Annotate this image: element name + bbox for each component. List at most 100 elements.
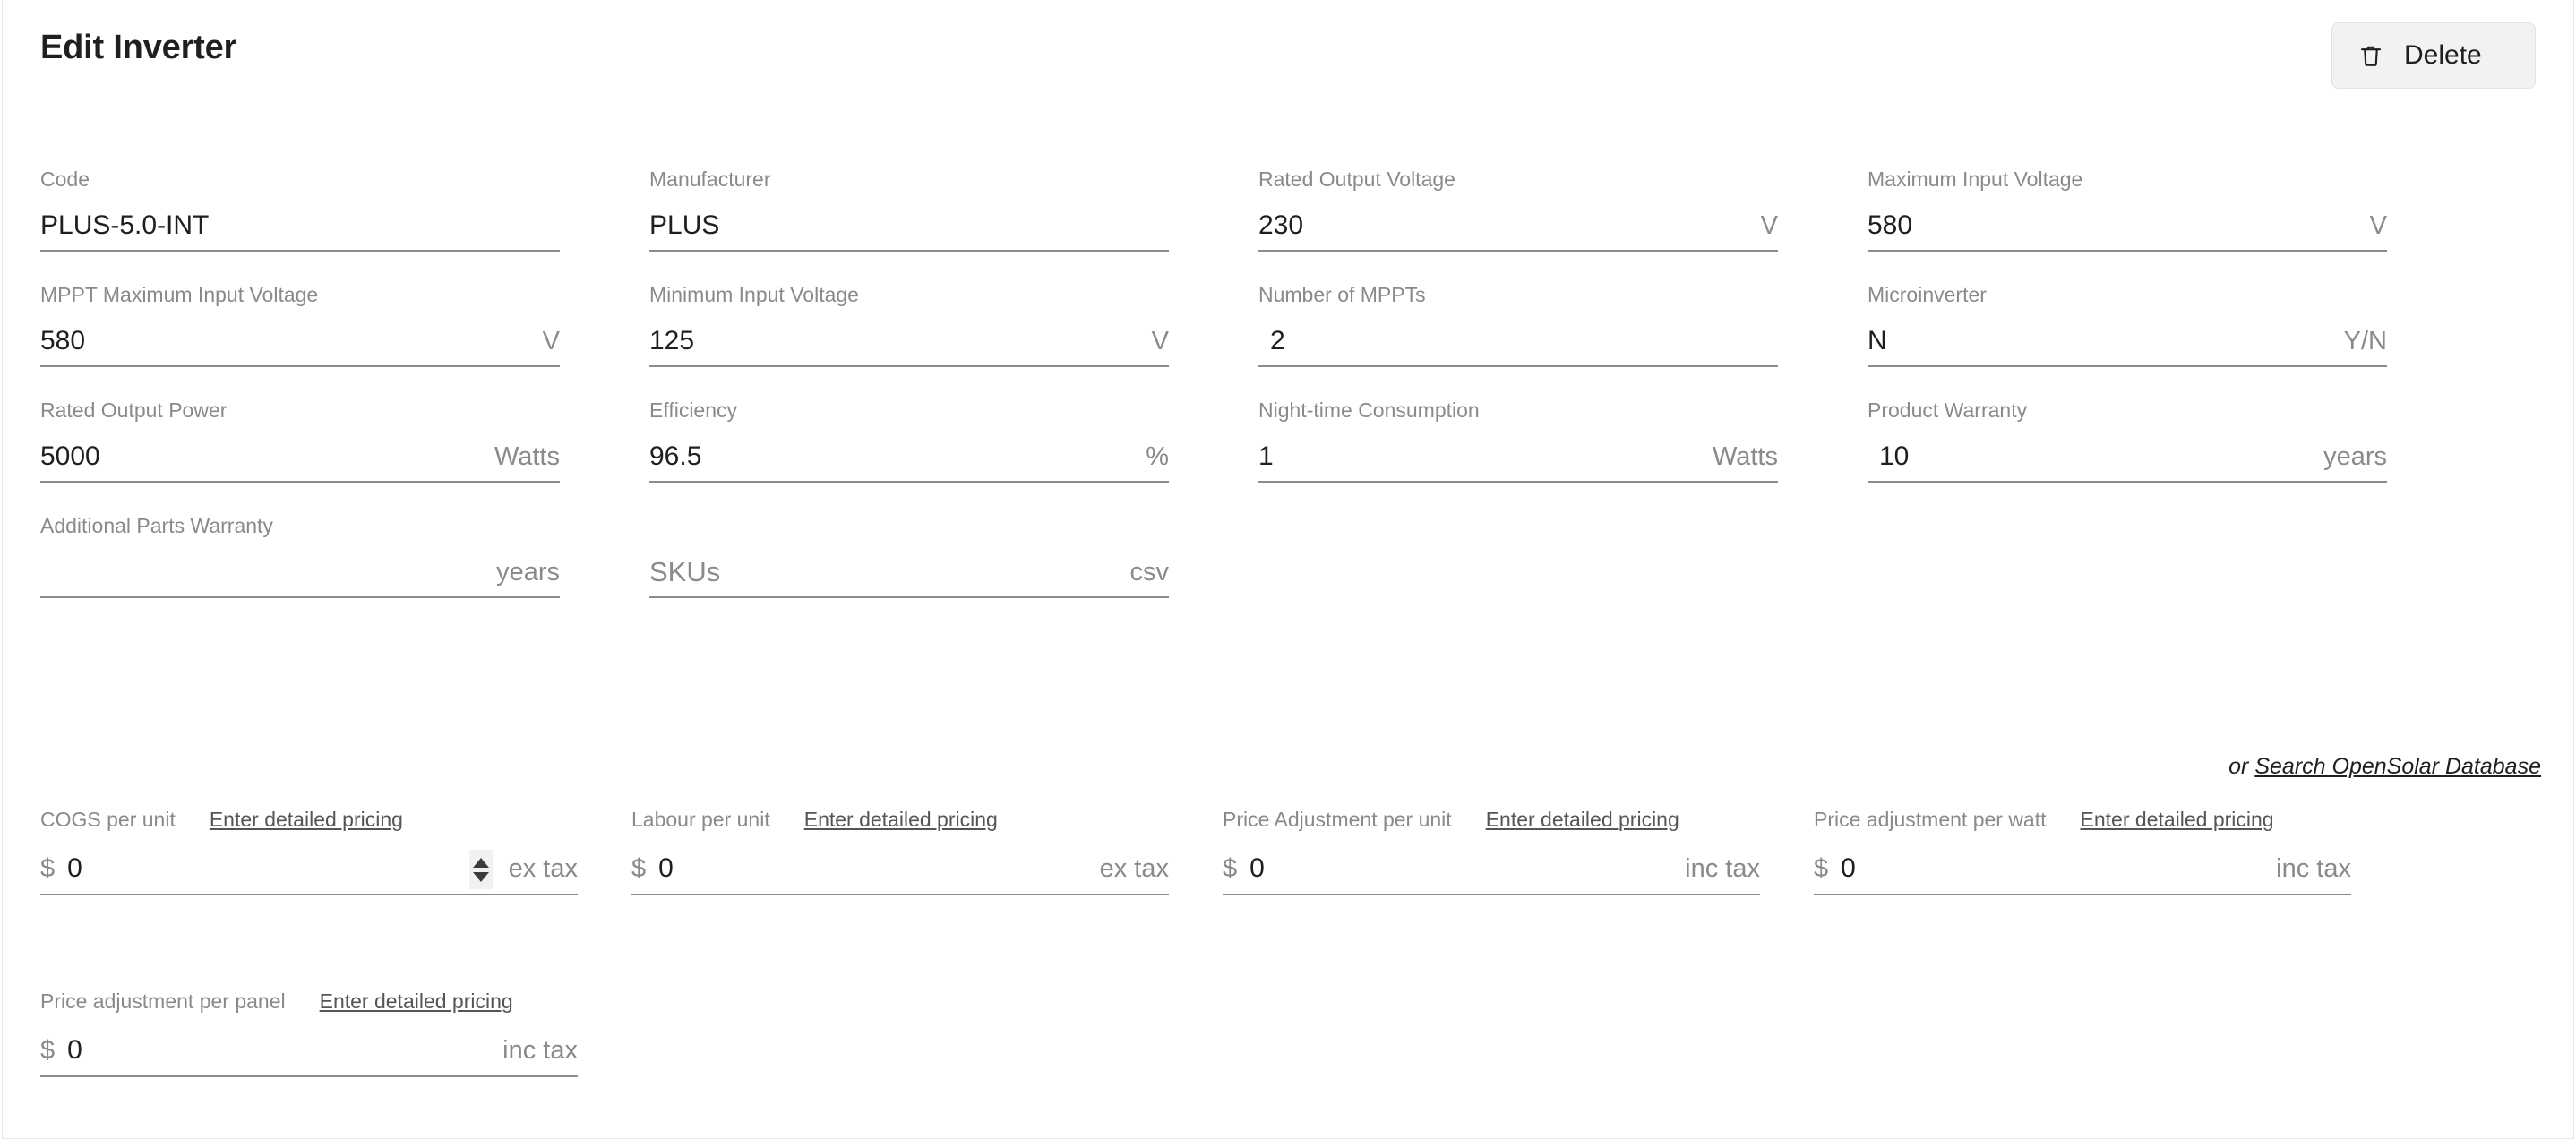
- delete-button-label: Delete: [2404, 40, 2482, 70]
- mppt-maximum-input-voltage-input[interactable]: 580 V: [40, 318, 560, 367]
- field-minimum-input-voltage: Minimum Input Voltage 125 V: [649, 284, 1169, 369]
- field-microinverter: Microinverter N Y/N: [1868, 284, 2387, 369]
- price-adjustment-per-panel-input[interactable]: $ 0 inc tax: [40, 1027, 578, 1077]
- price-adjustment-per-unit-input[interactable]: $ 0 inc tax: [1223, 845, 1760, 895]
- manufacturer-input[interactable]: PLUS: [649, 202, 1169, 252]
- field-skus: SKUs csv: [649, 515, 1169, 600]
- price-value: 0: [1249, 853, 1265, 883]
- field-label: Minimum Input Voltage: [649, 283, 859, 306]
- rated-output-voltage-input[interactable]: 230 V: [1258, 202, 1778, 252]
- pricing-form: COGS per unit Enter detailed pricing $ 0…: [40, 808, 2541, 1077]
- spec-row-2: MPPT Maximum Input Voltage 580 V Minimum…: [40, 284, 2541, 369]
- price-value: 0: [67, 1035, 82, 1065]
- field-label: Manufacturer: [649, 167, 771, 191]
- currency-symbol: $: [40, 1036, 56, 1065]
- field-label: Additional Parts Warranty: [40, 514, 273, 537]
- field-label: Rated Output Voltage: [1258, 167, 1455, 191]
- or-text: or: [2228, 754, 2249, 779]
- spacer-col: [631, 989, 1169, 1077]
- field-suffix: V: [1151, 327, 1169, 355]
- field-rated-output-power: Rated Output Power 5000 Watts: [40, 399, 560, 484]
- field-price-adjustment-per-unit: Price Adjustment per unit Enter detailed…: [1223, 808, 1760, 895]
- skus-input[interactable]: SKUs csv: [649, 549, 1169, 598]
- field-suffix: Watts: [1712, 442, 1778, 471]
- tax-suffix: inc tax: [2276, 854, 2351, 883]
- field-suffix: %: [1146, 442, 1169, 471]
- field-value: 230: [1258, 210, 1304, 240]
- pricing-row-1: COGS per unit Enter detailed pricing $ 0…: [40, 808, 2541, 895]
- labour-per-unit-input[interactable]: $ 0 ex tax: [631, 845, 1169, 895]
- price-value: 0: [658, 853, 674, 883]
- maximum-input-voltage-input[interactable]: 580 V: [1868, 202, 2387, 252]
- field-maximum-input-voltage: Maximum Input Voltage 580 V: [1868, 168, 2387, 253]
- price-value: 0: [67, 853, 82, 883]
- field-label: Rated Output Power: [40, 398, 228, 422]
- field-label: [649, 515, 1169, 538]
- field-value: PLUS: [649, 210, 720, 240]
- card-header: Edit Inverter Delete: [3, 0, 2573, 115]
- field-label: Number of MPPTs: [1258, 283, 1426, 306]
- price-label: COGS per unit: [40, 808, 176, 831]
- enter-detailed-pricing-link[interactable]: Enter detailed pricing: [210, 808, 403, 832]
- field-value: PLUS-5.0-INT: [40, 210, 210, 240]
- field-product-warranty: Product Warranty 10 years: [1868, 399, 2387, 484]
- field-suffix: years: [496, 558, 560, 587]
- field-labour-per-unit: Labour per unit Enter detailed pricing $…: [631, 808, 1169, 895]
- tax-suffix: ex tax: [1099, 854, 1169, 883]
- enter-detailed-pricing-link[interactable]: Enter detailed pricing: [320, 989, 513, 1014]
- code-input[interactable]: PLUS-5.0-INT: [40, 202, 560, 252]
- enter-detailed-pricing-link[interactable]: Enter detailed pricing: [1486, 808, 1679, 832]
- field-efficiency: Efficiency 96.5 %: [649, 399, 1169, 484]
- product-warranty-input[interactable]: 10 years: [1868, 433, 2387, 483]
- tax-suffix: ex tax: [508, 854, 578, 883]
- field-cogs-per-unit: COGS per unit Enter detailed pricing $ 0…: [40, 808, 578, 895]
- currency-symbol: $: [40, 854, 56, 883]
- field-suffix: V: [2369, 211, 2387, 240]
- enter-detailed-pricing-link[interactable]: Enter detailed pricing: [2081, 808, 2274, 832]
- enter-detailed-pricing-link[interactable]: Enter detailed pricing: [804, 808, 998, 832]
- field-price-adjustment-per-panel: Price adjustment per panel Enter detaile…: [40, 989, 578, 1077]
- field-value: 125: [649, 326, 695, 355]
- price-adjustment-per-watt-input[interactable]: $ 0 inc tax: [1814, 845, 2351, 895]
- efficiency-input[interactable]: 96.5 %: [649, 433, 1169, 483]
- field-value: 5000: [40, 441, 100, 471]
- skus-placeholder: SKUs: [649, 556, 721, 587]
- pricing-row-2: Price adjustment per panel Enter detaile…: [40, 989, 2541, 1077]
- field-value: 1: [1258, 441, 1274, 471]
- field-suffix: V: [1760, 211, 1778, 240]
- tax-suffix: inc tax: [502, 1036, 578, 1065]
- currency-symbol: $: [1223, 854, 1238, 883]
- field-number-of-mppts: Number of MPPTs 2: [1258, 284, 1778, 369]
- field-suffix: Watts: [494, 442, 560, 471]
- field-suffix: [1769, 357, 1778, 365]
- field-label: Product Warranty: [1868, 398, 2028, 422]
- currency-symbol: $: [1814, 854, 1829, 883]
- field-suffix: years: [2323, 442, 2387, 471]
- rated-output-power-input[interactable]: 5000 Watts: [40, 433, 560, 483]
- field-value: 96.5: [649, 441, 702, 471]
- field-value: 2: [1270, 326, 1285, 355]
- stepper-up-icon[interactable]: [472, 857, 489, 868]
- spec-row-4: Additional Parts Warranty years SKUs csv: [40, 515, 2541, 600]
- inverter-specs-form: Code PLUS-5.0-INT Manufacturer PLUS Rate…: [40, 168, 2541, 600]
- stepper-down-icon[interactable]: [472, 871, 489, 882]
- field-rated-output-voltage: Rated Output Voltage 230 V: [1258, 168, 1778, 253]
- cogs-per-unit-input[interactable]: $ 0 ex tax: [40, 845, 578, 895]
- search-opensolar-database-link[interactable]: Search OpenSolar Database: [2254, 754, 2541, 779]
- field-label: MPPT Maximum Input Voltage: [40, 283, 319, 306]
- number-of-mppts-input[interactable]: 2: [1258, 318, 1778, 367]
- field-value: N: [1868, 326, 1887, 355]
- microinverter-input[interactable]: N Y/N: [1868, 318, 2387, 367]
- field-suffix: V: [542, 327, 560, 355]
- trash-icon: [2357, 41, 2384, 70]
- field-value: 580: [40, 326, 86, 355]
- number-stepper[interactable]: [468, 850, 493, 889]
- price-label: Labour per unit: [631, 808, 770, 831]
- minimum-input-voltage-input[interactable]: 125 V: [649, 318, 1169, 367]
- additional-parts-warranty-input[interactable]: years: [40, 549, 560, 598]
- field-price-adjustment-per-watt: Price adjustment per watt Enter detailed…: [1814, 808, 2351, 895]
- delete-button[interactable]: Delete: [2331, 22, 2536, 89]
- night-time-consumption-input[interactable]: 1 Watts: [1258, 433, 1778, 483]
- edit-inverter-card: Edit Inverter Delete Code PLUS-5.0-INT M…: [2, 0, 2574, 1139]
- price-label: Price Adjustment per unit: [1223, 808, 1452, 831]
